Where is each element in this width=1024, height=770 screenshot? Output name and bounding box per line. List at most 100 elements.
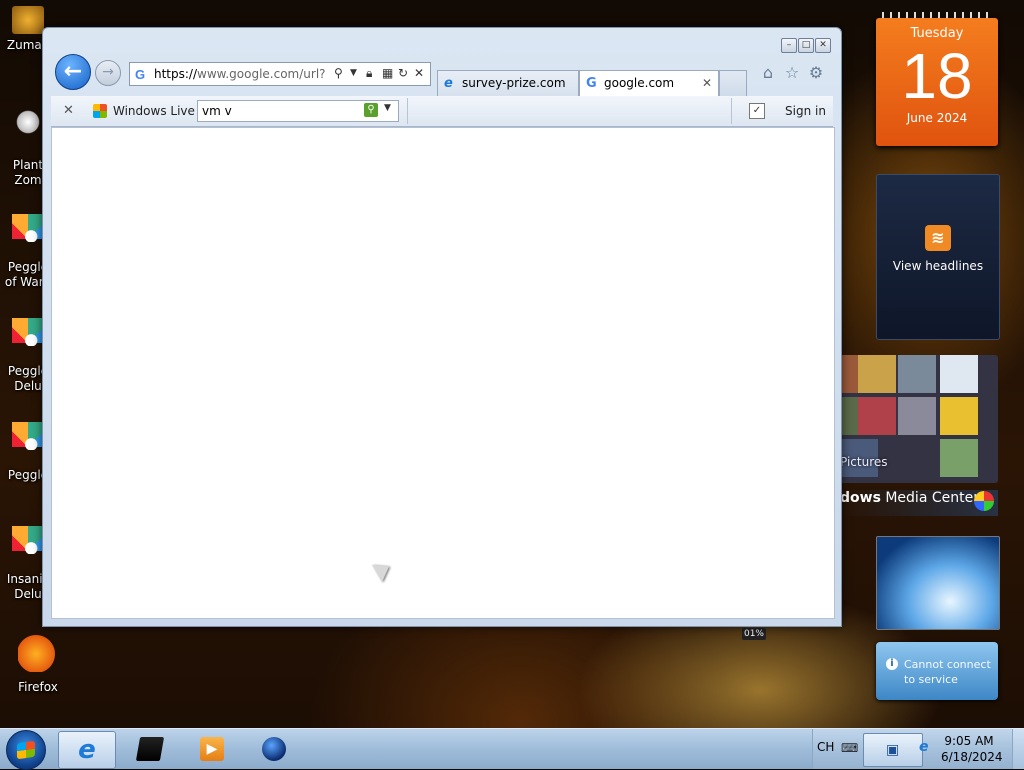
tab-survey-prize[interactable]: e survey-prize.com <box>437 70 579 97</box>
peggle-icon <box>12 214 44 242</box>
zuma-icon <box>12 6 44 34</box>
lock-icon[interactable]: 🔒︎ <box>366 66 372 81</box>
photo-tile <box>940 397 978 435</box>
wmc-brand-bold: dows <box>840 490 881 506</box>
weather-gadget-error[interactable]: i Cannot connect to service <box>876 642 998 700</box>
home-icon[interactable]: ⌂ <box>759 64 777 82</box>
plants-vs-zombies-icon <box>12 108 44 136</box>
mouse-pointer-icon <box>371 557 395 583</box>
firefox-icon <box>18 632 58 672</box>
toolbar-separator <box>407 98 408 124</box>
show-desktop-button[interactable] <box>1012 729 1024 769</box>
monitor-icon: ▣ <box>886 742 900 758</box>
new-tab-button[interactable] <box>719 70 747 97</box>
system-tray: CH ⌨ ▣ e 9:05 AM 6/18/2024 <box>812 729 1024 769</box>
desktop-icon-label: Firefox <box>18 680 58 694</box>
search-dropdown-icon[interactable]: ▼ <box>384 103 391 113</box>
back-button[interactable]: ← <box>55 54 91 90</box>
maximize-button[interactable]: □ <box>798 38 814 53</box>
close-tab-icon[interactable]: ✕ <box>702 76 712 90</box>
taskbar-explorer[interactable] <box>122 731 178 767</box>
compatibility-view-icon[interactable]: ▦ <box>382 66 393 80</box>
peggle-icon <box>12 318 44 346</box>
start-button[interactable] <box>6 730 46 770</box>
clock-date: 6/18/2024 <box>941 750 1003 764</box>
check-icon[interactable]: ✓ <box>749 103 765 119</box>
windows-live-label[interactable]: Windows Live <box>113 104 195 118</box>
keyboard-icon[interactable]: ⌨ <box>841 741 858 755</box>
settings-gear-icon[interactable]: ⚙ <box>807 64 825 82</box>
calendar-weekday: Tuesday <box>910 26 964 41</box>
notice-line-1: Cannot connect <box>904 658 991 671</box>
slideshow-gadget[interactable] <box>876 536 1000 630</box>
wmc-brand-rest: Media Center <box>880 490 979 506</box>
ie-tray-icon[interactable]: e <box>919 739 929 755</box>
clock-time: 9:05 AM <box>944 734 994 748</box>
stop-icon[interactable]: ✕ <box>414 66 424 80</box>
taskbar-internet-explorer[interactable]: e <box>58 731 116 769</box>
calendar-rings <box>882 12 992 18</box>
clock[interactable]: 9:05 AM 6/18/2024 <box>941 733 1003 765</box>
pictures-label: Pictures <box>840 455 888 469</box>
favorites-star-icon[interactable]: ☆ <box>783 64 801 82</box>
url-scheme: https:// <box>154 67 198 81</box>
media-center-gadget[interactable]: Pictures <box>840 355 998 483</box>
tab-label: google.com <box>604 76 675 90</box>
toolbar-separator <box>731 98 732 124</box>
taskbar-media-player[interactable]: ▶ <box>184 731 240 767</box>
insaniquarium-icon <box>12 526 44 554</box>
windows-media-center-banner[interactable]: dows Media Center <box>840 490 998 516</box>
feed-headlines-gadget[interactable]: ≋ View headlines <box>876 174 1000 340</box>
windows-live-toolbar: ✕ Windows Live vm v ⚲ ▼ ✓ Sign in <box>51 96 833 127</box>
search-icon[interactable]: ⚲ <box>334 66 343 80</box>
tab-google[interactable]: G google.com ✕ <box>579 70 719 97</box>
ie-icon: e <box>444 76 453 91</box>
page-content-area[interactable] <box>51 127 835 619</box>
windows-flag-icon <box>17 740 35 760</box>
photo-tile <box>940 439 978 477</box>
language-indicator[interactable]: CH <box>817 740 834 754</box>
search-go-icon[interactable]: ⚲ <box>364 103 378 117</box>
toolbar-search-input[interactable]: vm v ⚲ ▼ <box>197 100 399 122</box>
desktop-icon-firefox[interactable]: Firefox <box>10 632 66 695</box>
rss-icon: ≋ <box>925 225 951 251</box>
url-path: www.google.com/url?esr <box>197 67 326 81</box>
sign-in-link[interactable]: Sign in <box>785 104 826 118</box>
photo-tile <box>898 355 936 393</box>
ie-icon: e <box>78 735 96 765</box>
tab-label: survey-prize.com <box>462 76 566 90</box>
cpu-meter-readout: 01% <box>742 628 766 640</box>
dropdown-arrow-icon[interactable]: ▼ <box>350 68 357 78</box>
notice-line-2: to service <box>904 673 958 686</box>
forward-button[interactable]: → <box>95 60 121 86</box>
photo-tile <box>858 397 896 435</box>
google-favicon-icon: G <box>135 67 146 82</box>
folder-icon <box>135 737 165 761</box>
peggle-icon <box>12 422 44 450</box>
close-toolbar-icon[interactable]: ✕ <box>63 103 74 118</box>
taskbar-globe-app[interactable] <box>246 731 302 767</box>
photo-tile <box>898 397 936 435</box>
address-bar[interactable]: G https://www.google.com/url?esr ⚲ ▼ 🔒︎ … <box>129 62 431 86</box>
internet-explorer-window[interactable]: – □ ✕ ← → G https://www.google.com/url?e… <box>42 27 842 627</box>
search-query: vm v <box>202 104 232 118</box>
photo-tile <box>858 355 896 393</box>
window-controls: – □ ✕ <box>781 38 831 53</box>
photo-tile <box>940 355 978 393</box>
google-icon: G <box>586 76 597 91</box>
calendar-gadget[interactable]: Tuesday 18 June 2024 <box>876 12 998 146</box>
windows-live-logo-icon <box>93 104 107 118</box>
calendar-day: 18 <box>901 40 973 112</box>
address-url[interactable]: https://www.google.com/url?esr <box>154 67 326 81</box>
taskbar: e ▶ CH ⌨ ▣ e 9:05 AM 6/18/2024 <box>0 728 1024 770</box>
info-icon: i <box>886 658 898 670</box>
windows-logo-icon <box>974 491 994 511</box>
media-player-icon: ▶ <box>200 737 224 761</box>
minimize-button[interactable]: – <box>781 38 797 53</box>
calendar-month-year: June 2024 <box>906 111 968 125</box>
refresh-icon[interactable]: ↻ <box>398 66 408 80</box>
globe-icon <box>262 737 286 761</box>
network-icon[interactable]: ▣ <box>863 733 923 767</box>
view-headlines-label: View headlines <box>892 259 984 273</box>
close-window-button[interactable]: ✕ <box>815 38 831 53</box>
